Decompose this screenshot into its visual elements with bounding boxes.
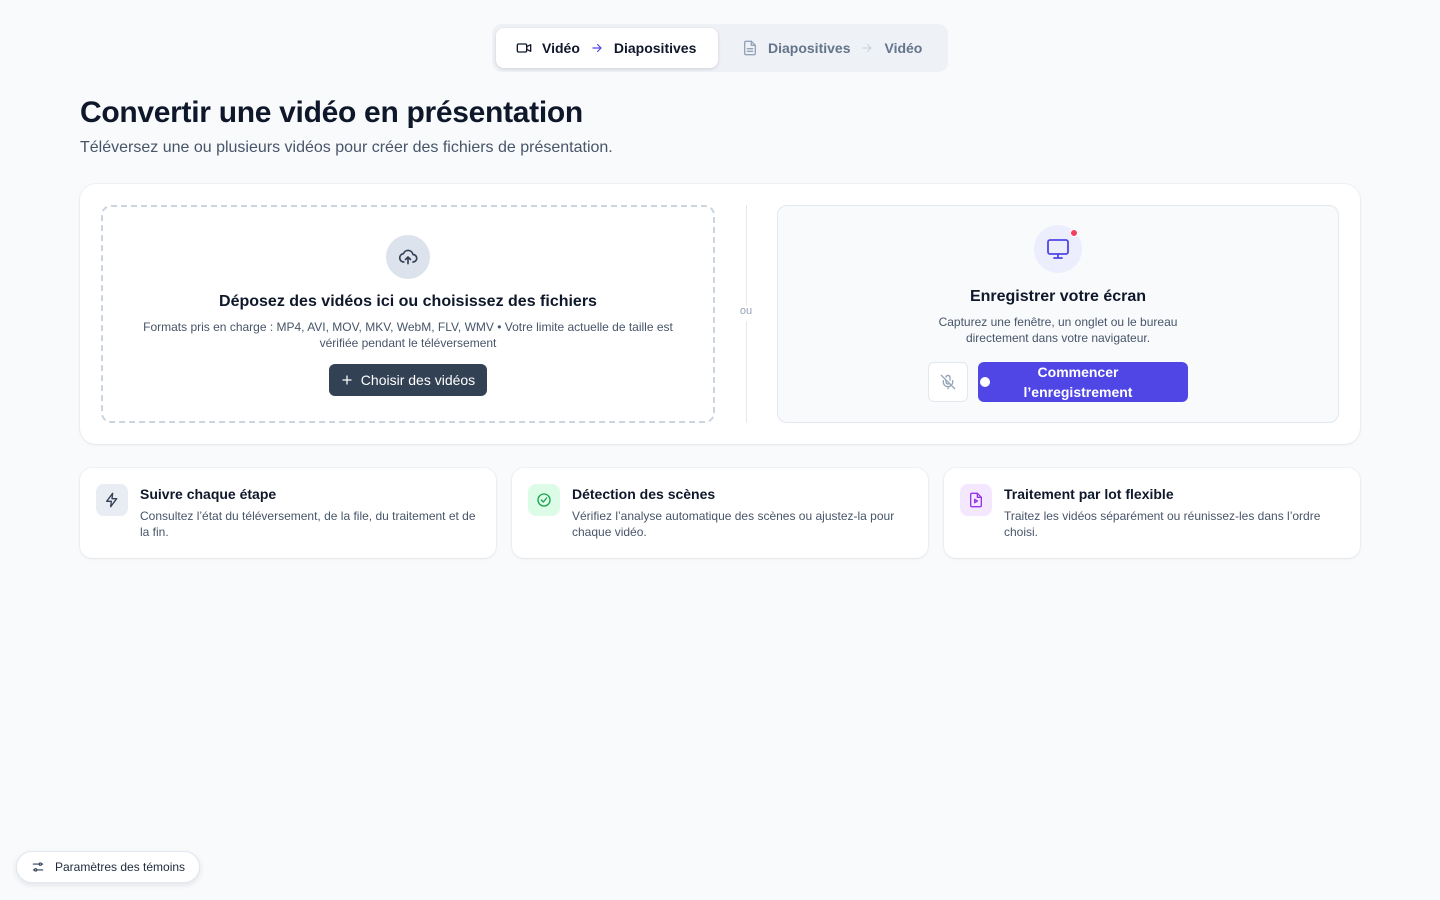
feature-card-tracking: Suivre chaque étape Consultez l’état du … [80, 468, 496, 558]
tab-to-label: Diapositives [613, 40, 697, 56]
mic-toggle-button[interactable] [928, 362, 968, 402]
screen-record-panel: Enregistrer votre écran Capturez une fen… [777, 205, 1339, 423]
feature-icon-badge [960, 484, 992, 516]
feature-card-scene-detection: Détection des scènes Vérifiez l’analyse … [512, 468, 928, 558]
feature-card-batch: Traitement par lot flexible Traitez les … [944, 468, 1360, 558]
lightning-icon [106, 492, 118, 508]
start-recording-button[interactable]: Commencer l’enregistrement [978, 362, 1188, 402]
document-icon [744, 40, 756, 56]
record-actions: Commencer l’enregistrement [928, 362, 1188, 402]
arrow-right-icon [862, 43, 873, 53]
video-camera-icon [516, 43, 532, 53]
page-title: Convertir une vidéo en présentation [80, 96, 583, 129]
sliders-icon [32, 862, 44, 872]
arrow-right-icon [592, 43, 602, 53]
feature-title: Suivre chaque étape [140, 486, 277, 502]
choose-videos-button[interactable]: Choisir des vidéos [328, 364, 488, 396]
tab-from-label: Diapositives [768, 40, 851, 56]
dropzone-formats: Formats pris en charge : MP4, AVI, MOV, … [143, 320, 673, 350]
record-title: Enregistrer votre écran [969, 288, 1147, 305]
feature-description: Traitez les vidéos séparément ou réuniss… [1004, 509, 1321, 539]
cookie-settings-button[interactable]: Paramètres des témoins [16, 851, 201, 883]
tab-slides-to-video[interactable]: Diapositives Vidéo [722, 28, 944, 68]
cloud-upload-icon [398, 249, 418, 265]
upload-badge [386, 235, 430, 279]
divider-label: ou [734, 305, 758, 321]
record-badge [1034, 225, 1082, 273]
video-dropzone[interactable]: Déposez des vidéos ici ou choisissez des… [101, 205, 715, 423]
recording-indicator [1070, 229, 1078, 237]
mode-switch: Vidéo Diapositives Diapositives Vidéo [492, 24, 948, 72]
cookie-settings-label: Paramètres des témoins [55, 860, 186, 874]
record-description: Capturez une fenêtre, un onglet ou le bu… [938, 315, 1178, 345]
feature-title: Traitement par lot flexible [1004, 486, 1174, 502]
record-dot-icon [980, 377, 990, 387]
tab-from-label: Vidéo [542, 40, 580, 56]
feature-icon-badge [528, 484, 560, 516]
upload-card: Déposez des vidéos ici ou choisissez des… [80, 184, 1360, 444]
mic-off-icon [940, 374, 956, 390]
feature-description: Vérifiez l’analyse automatique des scène… [572, 509, 895, 539]
feature-description: Consultez l’état du téléversement, de la… [140, 509, 476, 539]
start-recording-label: Commencer l’enregistrement [1023, 364, 1133, 400]
file-video-icon [970, 492, 982, 508]
choose-videos-label: Choisir des vidéos [360, 372, 476, 388]
feature-icon-badge [96, 484, 128, 516]
plus-icon [342, 375, 352, 385]
feature-title: Détection des scènes [572, 486, 716, 502]
page-subtitle: Téléversez une ou plusieurs vidéos pour … [80, 139, 613, 156]
tab-video-to-slides[interactable]: Vidéo Diapositives [496, 28, 718, 68]
tab-to-label: Vidéo [884, 40, 923, 56]
dropzone-title: Déposez des vidéos ici ou choisissez des… [219, 293, 597, 310]
check-circle-icon [537, 493, 551, 507]
monitor-icon [1047, 239, 1069, 259]
